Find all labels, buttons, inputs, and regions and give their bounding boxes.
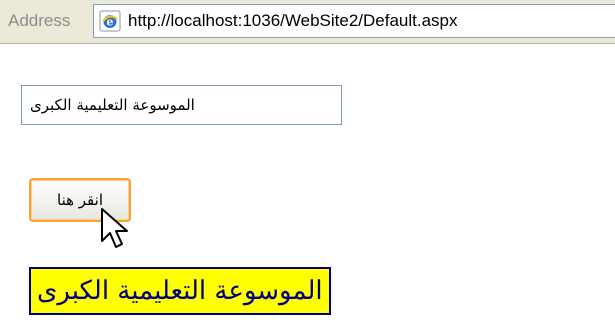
- ie-page-icon: e: [99, 10, 121, 32]
- mouse-cursor-icon: [101, 208, 128, 248]
- address-bar: Address e http://localhost:1036/WebSite2…: [0, 0, 615, 44]
- arabic-text-input[interactable]: [21, 85, 342, 125]
- address-url: http://localhost:1036/WebSite2/Default.a…: [128, 11, 458, 30]
- svg-text:e: e: [107, 16, 114, 29]
- address-label: Address: [8, 11, 71, 30]
- address-field[interactable]: e http://localhost:1036/WebSite2/Default…: [93, 4, 615, 38]
- result-label: الموسوعة التعليمية الكبرى: [29, 267, 331, 315]
